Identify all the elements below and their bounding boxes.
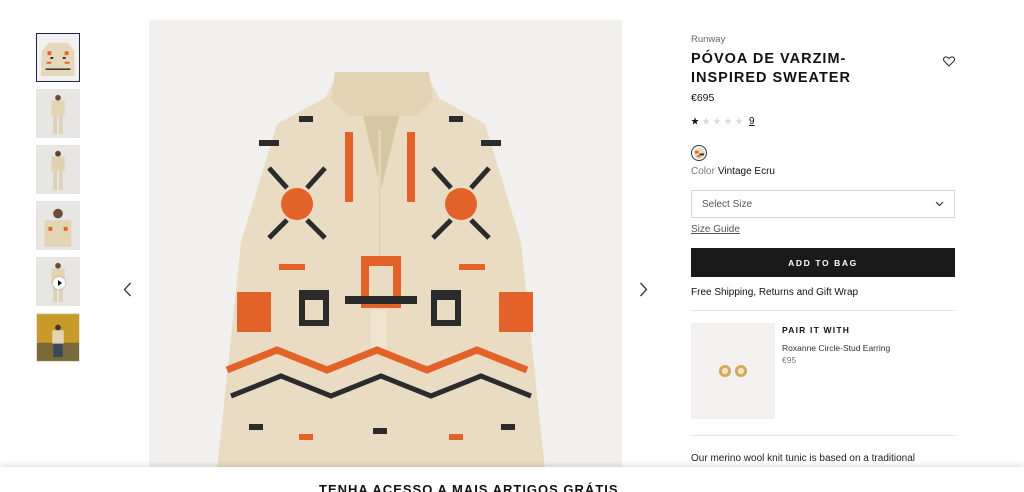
rating-stars: 9	[691, 115, 755, 127]
color-label: Color	[691, 166, 715, 177]
star-empty-icon	[713, 117, 721, 125]
pair-product-price: €95	[782, 355, 797, 365]
color-swatch-vintage-ecru[interactable]	[691, 145, 707, 161]
promo-banner-text: TENHA ACESSO A MAIS ARTIGOS GRÁTIS	[319, 482, 619, 492]
model-back-thumbnail-image	[37, 146, 79, 193]
promo-banner[interactable]: TENHA ACESSO A MAIS ARTIGOS GRÁTIS	[0, 467, 1024, 492]
wishlist-button[interactable]	[943, 54, 957, 67]
star-list	[691, 117, 743, 125]
chevron-right-icon	[639, 282, 647, 296]
star-empty-icon	[724, 117, 732, 125]
thumbnail-video[interactable]	[36, 257, 80, 306]
thumbnail-model-back[interactable]	[36, 145, 80, 194]
product-main-image	[149, 20, 622, 470]
play-icon	[53, 277, 65, 289]
earring-image	[719, 365, 747, 377]
chevron-left-icon	[123, 282, 131, 296]
product-title: PÓVOA DE VARZIM-INSPIRED SWEATER	[691, 51, 851, 86]
sweater-thumbnail-image	[37, 34, 79, 81]
model-thumbnail-image	[37, 90, 79, 137]
chevron-down-icon	[935, 201, 944, 207]
star-empty-icon	[735, 117, 743, 125]
divider	[691, 435, 955, 436]
add-to-bag-button[interactable]: ADD TO BAG	[691, 248, 955, 277]
star-empty-icon	[702, 117, 710, 125]
product-price: €695	[691, 92, 715, 104]
heart-outline-icon	[943, 56, 955, 67]
previous-image-button[interactable]	[117, 278, 137, 300]
closeup-thumbnail-image	[37, 202, 79, 249]
sweater-image	[149, 20, 622, 470]
product-description: Our merino wool knit tunic is based on a…	[691, 453, 916, 464]
swatch-pattern-image	[693, 147, 705, 159]
color-value: Vintage Ecru	[717, 166, 775, 177]
pair-it-with-heading: PAIR IT WITH	[782, 325, 851, 335]
thumbnail-model-front[interactable]	[36, 89, 80, 138]
size-select-placeholder: Select Size	[702, 198, 753, 210]
divider	[691, 310, 955, 311]
thumbnail-lifestyle[interactable]	[36, 313, 80, 362]
pair-product-name[interactable]: Roxanne Circle-Stud Earring	[782, 343, 890, 353]
review-count-link[interactable]: 9	[749, 116, 755, 127]
color-row: Color Vintage Ecru	[691, 166, 775, 177]
product-brand: Runway	[691, 34, 726, 45]
star-filled-icon	[691, 117, 699, 125]
lifestyle-thumbnail-image	[37, 314, 79, 361]
thumbnail-sweater-front[interactable]	[36, 33, 80, 82]
thumbnail-model-closeup[interactable]	[36, 201, 80, 250]
next-image-button[interactable]	[633, 278, 653, 300]
shipping-info: Free Shipping, Returns and Gift Wrap	[691, 287, 859, 298]
pair-product-image[interactable]	[691, 323, 775, 419]
size-select[interactable]: Select Size	[691, 190, 955, 218]
size-guide-link[interactable]: Size Guide	[691, 224, 740, 235]
